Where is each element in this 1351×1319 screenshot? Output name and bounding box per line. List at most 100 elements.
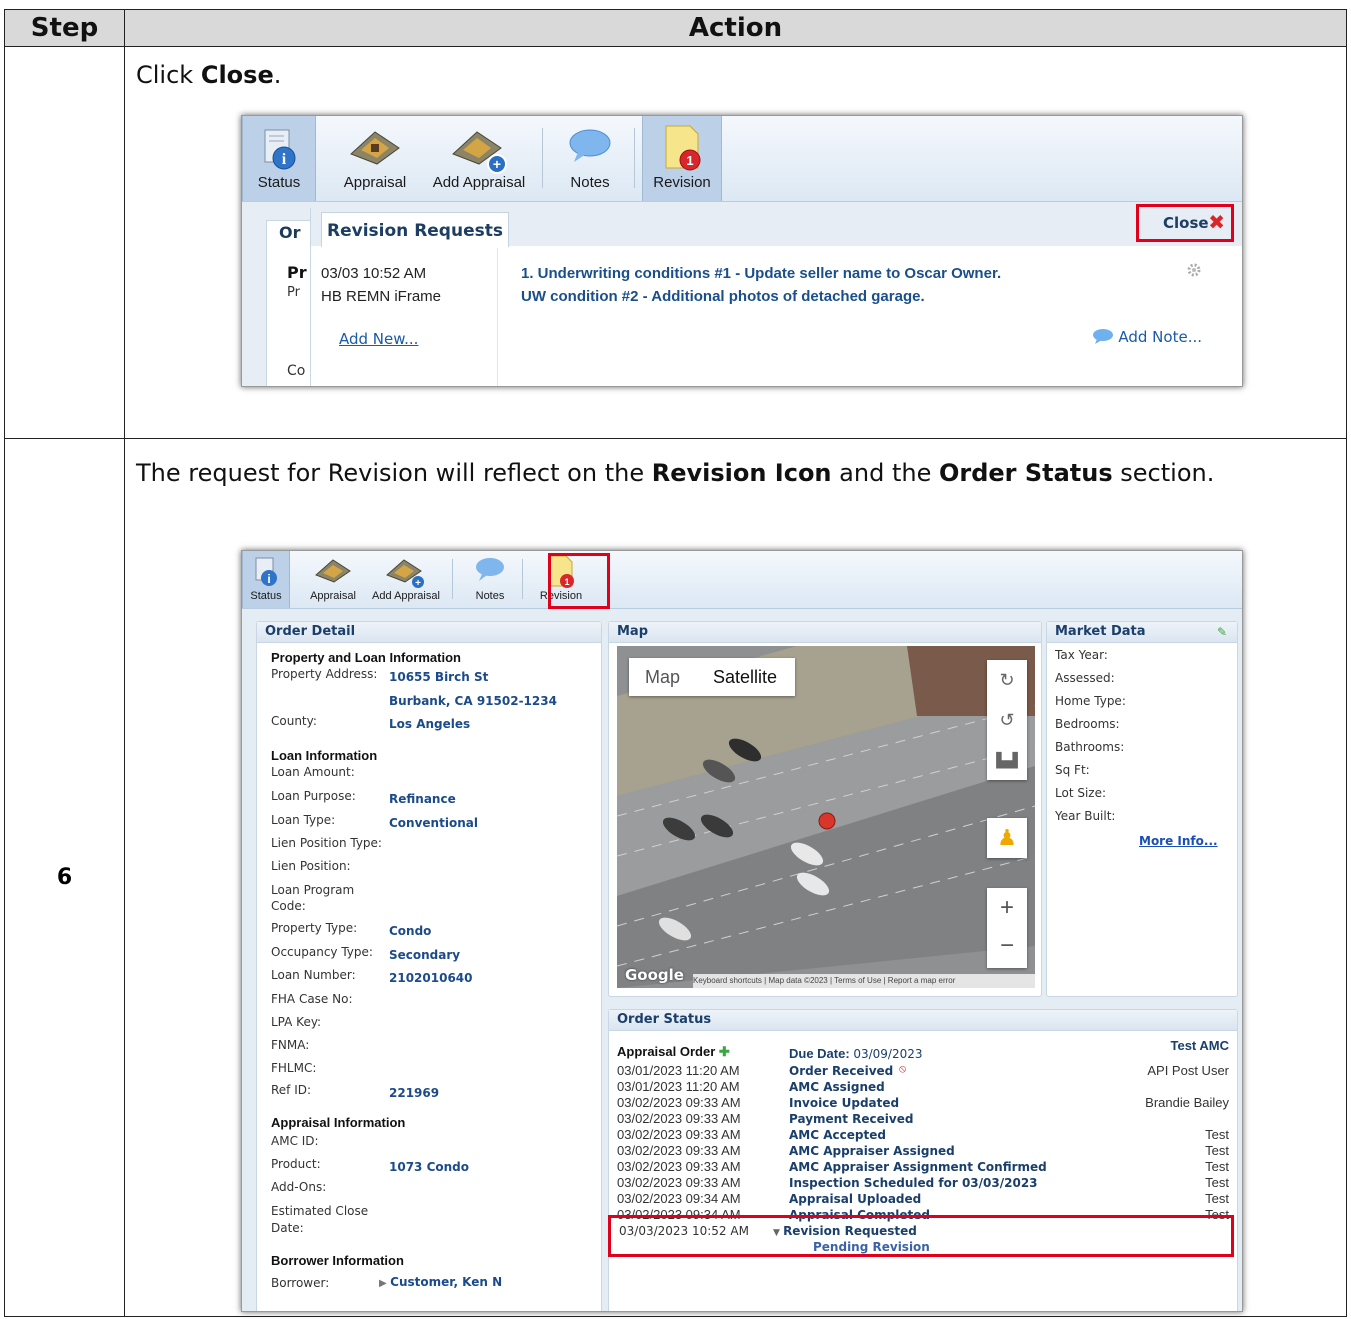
toolbar-separator <box>452 559 453 599</box>
appraisal-button[interactable]: Appraisal <box>332 116 418 201</box>
gear-icon[interactable] <box>1186 262 1202 283</box>
add-new-link[interactable]: Add New... <box>339 330 418 348</box>
edit-pencil-icon[interactable]: ✎ <box>1217 622 1227 642</box>
event-user: Test <box>1205 1143 1229 1158</box>
instruction-close: Click Close. <box>136 61 282 89</box>
satellite-map[interactable]: Map Satellite ↻ ↺ ▙▟ ♟ + − Google Keyboa… <box>617 646 1035 988</box>
field-label: Loan Program <box>271 883 355 897</box>
add-appraisal-button[interactable]: + Add Appraisal <box>366 551 446 608</box>
field-label: Borrower: <box>271 1276 330 1290</box>
status-button[interactable]: i Status <box>242 116 316 201</box>
map-type-control: Map Satellite <box>629 658 795 696</box>
revision-tab-bar: Revision Requests <box>311 208 1242 247</box>
notes-button[interactable]: Notes <box>554 116 626 201</box>
revision-requests-tab[interactable]: Revision Requests <box>321 212 509 247</box>
event-name: AMC Assigned <box>789 1080 885 1094</box>
rotate-clockwise-icon[interactable]: ↻ <box>987 660 1027 700</box>
field-label: FHA Case No: <box>271 992 353 1006</box>
pegman-icon[interactable]: ♟ <box>987 818 1027 858</box>
event-time: 03/02/2023 09:33 AM <box>617 1111 741 1126</box>
house-appraisal-icon <box>315 559 351 583</box>
revision-message-line1: 1. Underwriting conditions #1 - Update s… <box>521 265 1002 282</box>
expand-triangle-icon: ▶ <box>379 1278 391 1289</box>
appraisal-button[interactable]: Appraisal <box>302 551 364 608</box>
loan-number-value: 2102010640 <box>389 971 473 985</box>
svg-text:i: i <box>267 572 270 586</box>
screenshot-order-page: i Status Appraisal + Add Appraisal Notes… <box>241 550 1243 1312</box>
rotate-counterclockwise-icon[interactable]: ↺ <box>987 700 1027 740</box>
address-line1: 10655 Birch St <box>389 670 489 684</box>
event-name: Invoice Updated <box>789 1096 900 1110</box>
event-time: 03/02/2023 09:33 AM <box>617 1159 741 1174</box>
steps-table: Step Action Click Close. i Status Apprai… <box>4 9 1347 1317</box>
more-info-link[interactable]: More Info... <box>1139 834 1218 848</box>
close-x-icon: ✖ <box>1208 210 1225 234</box>
event-time: 03/02/2023 09:34 AM <box>617 1191 741 1206</box>
close-button[interactable]: Close ✖ <box>1136 204 1234 242</box>
toolbar-separator <box>522 559 523 599</box>
revision-highlight <box>548 553 610 609</box>
loan-section-heading: Loan Information <box>271 748 378 763</box>
county-value: Los Angeles <box>389 717 471 731</box>
event-user: Brandie Bailey <box>1145 1095 1229 1110</box>
field-label: County: <box>271 714 317 728</box>
zoom-out-icon[interactable]: − <box>987 928 1027 968</box>
svg-text:+: + <box>415 578 421 589</box>
loan-type-value: Conventional <box>389 816 478 830</box>
add-appraisal-button[interactable]: + Add Appraisal <box>424 116 534 201</box>
map-rotate-controls: ↻ ↺ ▙▟ <box>987 660 1027 780</box>
map-imagery <box>617 646 1035 988</box>
market-data-title: Market Data ✎ <box>1047 622 1237 643</box>
instruction-revision: The request for Revision will reflect on… <box>136 459 1215 487</box>
zoom-in-icon[interactable]: + <box>987 888 1027 928</box>
field-label: Loan Number: <box>271 968 356 982</box>
content-panel: Or Pr Pr Co Revision Requests Close ✖ 03/… <box>242 202 1242 386</box>
info-document-icon: i <box>264 129 296 170</box>
report-error-link[interactable]: Report a map error <box>888 976 956 985</box>
market-label: Home Type: <box>1055 694 1126 708</box>
event-time: 03/02/2023 09:33 AM <box>617 1175 741 1190</box>
event-name: AMC Appraiser Assignment Confirmed <box>789 1160 1047 1174</box>
map-type-button[interactable]: Map <box>645 667 680 688</box>
action-header: Action <box>124 9 1347 47</box>
tilt-icon[interactable]: ▙▟ <box>987 740 1027 780</box>
product-value: 1073 Condo <box>389 1160 470 1174</box>
add-note-link[interactable]: Add Note... <box>1092 328 1202 346</box>
cancel-circle-icon[interactable]: ⦸ <box>899 1063 906 1076</box>
field-label: Loan Purpose: <box>271 789 356 803</box>
screenshot-revision-panel: i Status Appraisal + Add Appraisal Notes… <box>241 115 1243 387</box>
revision-button[interactable]: 1 Revision <box>642 116 722 201</box>
field-label: Loan Type: <box>271 813 336 827</box>
notes-button[interactable]: Notes <box>464 551 516 608</box>
event-user: Test <box>1205 1175 1229 1190</box>
event-name: Inspection Scheduled for 03/03/2023 <box>789 1176 1038 1190</box>
toolbar: i Status Appraisal + Add Appraisal Notes… <box>242 551 1242 609</box>
event-name: Appraisal Uploaded <box>789 1192 922 1206</box>
revision-requests-panel: Revision Requests Close ✖ 03/03 10:52 AM … <box>310 204 1242 386</box>
market-label: Tax Year: <box>1055 648 1108 662</box>
note-bubble-icon <box>1092 329 1113 344</box>
satellite-type-button[interactable]: Satellite <box>713 667 777 688</box>
add-appraisal-icon: + <box>386 559 424 589</box>
field-label: Lien Position Type: <box>271 836 382 850</box>
event-user: Test <box>1205 1159 1229 1174</box>
column-divider <box>497 248 498 386</box>
add-plus-icon[interactable]: ✚ <box>719 1044 730 1059</box>
order-status-panel: Order Status Appraisal Order ✚ Due Date:… <box>608 1009 1238 1311</box>
address-line2: Burbank, CA 91502-1234 <box>389 694 557 708</box>
revision-datetime: 03/03 10:52 AM <box>321 265 427 282</box>
map-title: Map <box>609 622 1041 643</box>
event-time: 03/02/2023 09:33 AM <box>617 1127 741 1142</box>
event-name: AMC Appraiser Assigned <box>789 1144 955 1158</box>
borrower-value[interactable]: ▶ Customer, Ken N <box>379 1275 502 1289</box>
order-detail-panel: Order Detail Property and Loan Informati… <box>256 621 602 1311</box>
field-label: Lien Position: <box>271 859 351 873</box>
order-status-title: Order Status <box>609 1010 1237 1031</box>
field-label: FHLMC: <box>271 1061 317 1075</box>
market-label: Lot Size: <box>1055 786 1107 800</box>
status-button[interactable]: i Status <box>242 551 290 608</box>
terms-link[interactable]: Terms of Use <box>834 976 881 985</box>
field-label: Product: <box>271 1157 321 1171</box>
svg-text:+: + <box>493 156 501 172</box>
keyboard-shortcuts-link[interactable]: Keyboard shortcuts <box>693 976 762 985</box>
